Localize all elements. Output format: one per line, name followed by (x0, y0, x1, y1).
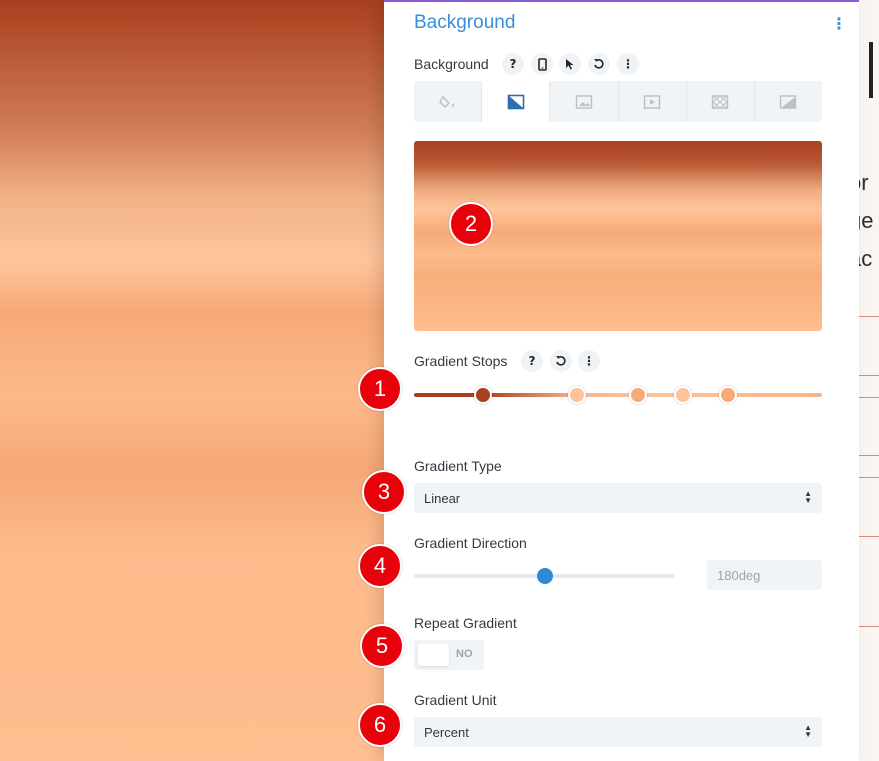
gradient-stop-handle[interactable] (719, 386, 738, 404)
repeat-gradient-toggle[interactable]: NO (414, 640, 484, 670)
mobile-icon[interactable] (531, 53, 553, 75)
panel-title: Background (414, 12, 516, 33)
gradient-stop-handle[interactable] (629, 386, 648, 404)
gradient-unit-value: Percent (424, 724, 469, 740)
repeat-gradient-label: Repeat Gradient (414, 615, 517, 631)
more-icon[interactable]: ⋮ (578, 350, 600, 372)
tab-color[interactable] (414, 81, 483, 122)
text-fragment-3: ac (859, 246, 873, 271)
toggle-state: NO (456, 648, 473, 660)
marker-6: 6 (358, 703, 402, 747)
divider-line (859, 375, 879, 376)
tab-gradient[interactable] (482, 81, 551, 122)
marker-3: 3 (362, 470, 406, 514)
select-arrows-icon: ▲ ▼ (804, 489, 812, 505)
gradient-unit-label: Gradient Unit (414, 692, 497, 708)
text-fragment-2: ge (859, 208, 874, 233)
gradient-icon (507, 94, 525, 109)
divider-line (859, 397, 879, 398)
settings-panel: Background ⋮ Background ? ⋮ Gradient Sto… (384, 0, 859, 761)
heading-fragment (869, 42, 873, 98)
toggle-knob (418, 644, 449, 666)
cursor-icon[interactable] (559, 53, 581, 75)
page-content-strip: or ge ac (859, 0, 879, 761)
mask-icon (780, 94, 797, 109)
more-icon[interactable]: ⋮ (617, 53, 639, 75)
divider-line (859, 455, 879, 456)
marker-5: 5 (360, 624, 404, 668)
background-label: Background (414, 56, 489, 72)
pattern-icon (712, 94, 729, 109)
marker-1: 1 (358, 367, 402, 411)
gradient-type-label: Gradient Type (414, 458, 502, 474)
page-background-preview (0, 0, 384, 761)
gradient-direction-label: Gradient Direction (414, 535, 527, 551)
tab-image[interactable] (550, 81, 619, 122)
background-type-tabs (414, 81, 822, 122)
image-icon (575, 94, 593, 109)
gradient-stops-label: Gradient Stops (414, 353, 508, 369)
video-icon (643, 94, 661, 109)
paint-bucket-icon (438, 95, 454, 108)
text-fragment-1: or (859, 170, 869, 195)
gradient-direction-input[interactable]: 180deg (707, 560, 822, 590)
tab-video[interactable] (619, 81, 687, 122)
divider-line (859, 316, 879, 317)
gradient-direction-value: 180deg (717, 567, 761, 583)
marker-4: 4 (358, 544, 402, 588)
divider-line (859, 477, 879, 478)
select-arrows-icon: ▲ ▼ (804, 723, 812, 739)
help-icon[interactable]: ? (502, 53, 524, 75)
gradient-unit-select[interactable]: Percent ▲ ▼ (414, 717, 822, 747)
divider-line (859, 626, 879, 627)
tab-mask[interactable] (755, 81, 822, 122)
reset-icon[interactable] (550, 350, 572, 372)
gradient-type-value: Linear (424, 490, 461, 506)
gradient-type-select[interactable]: Linear ▲ ▼ (414, 483, 822, 513)
help-icon[interactable]: ? (521, 350, 543, 372)
gradient-direction-slider-thumb[interactable] (536, 568, 553, 584)
divider-line (859, 536, 879, 537)
gradient-stop-handle[interactable] (568, 386, 587, 404)
gradient-stop-handle[interactable] (674, 386, 693, 404)
tab-pattern[interactable] (687, 81, 755, 122)
gradient-stop-handle[interactable] (474, 386, 493, 404)
marker-2: 2 (449, 202, 493, 246)
reset-icon[interactable] (588, 53, 610, 75)
kebab-vertical-icon[interactable]: ⋮ (831, 14, 847, 33)
